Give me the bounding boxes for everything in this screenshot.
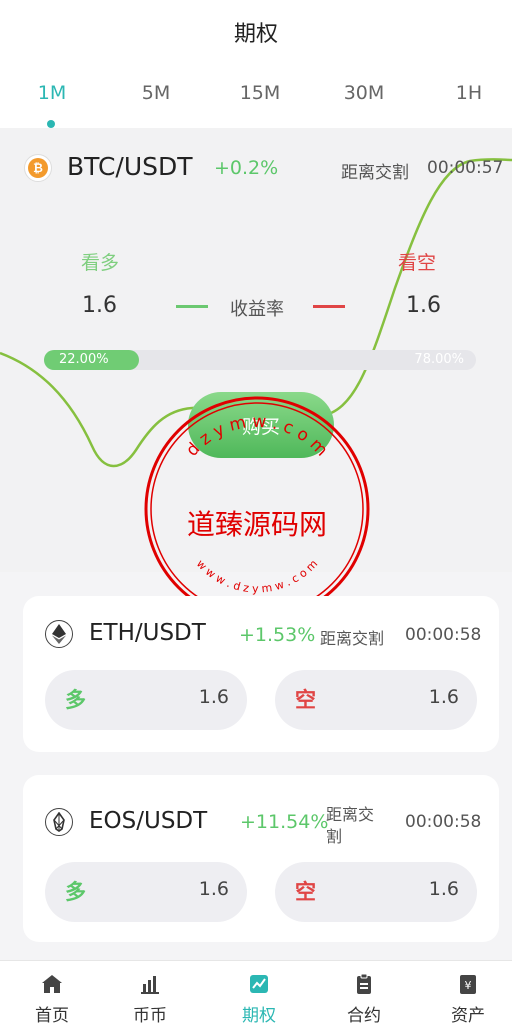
nav-assets[interactable]: ¥ 资产 [428,961,508,1024]
long-payout-value: 1.6 [198,878,229,900]
short-payout-value: 1.6 [428,878,459,900]
nav-label: 首页 [35,1006,69,1024]
long-tag: 多 [65,688,86,712]
bar-chart-icon [141,976,159,994]
nav-options[interactable]: 期权 [219,961,299,1024]
short-percent: 78.00% [414,352,464,367]
clipboard-icon [357,973,371,994]
long-short-ratio-bar: 22.00% 78.00% [44,350,476,370]
svg-text:¥: ¥ [465,979,472,992]
short-payout-value: 1.6 [406,293,441,318]
active-tab-indicator [47,120,55,128]
short-tag: 空 [295,880,316,904]
countdown-time: 00:00:57 [427,158,504,178]
long-payout-value: 1.6 [82,293,117,318]
long-label[interactable]: 看多 [81,248,119,275]
short-tag: 空 [295,688,316,712]
long-percent: 22.00% [59,352,109,367]
tab-15m[interactable]: 15M [220,82,300,104]
long-tag: 多 [65,880,86,904]
nav-contract[interactable]: 合约 [324,961,404,1024]
long-button[interactable]: 多 1.6 [45,670,247,730]
tab-5m[interactable]: 5M [116,82,196,104]
nav-label: 币币 [133,1006,167,1024]
buy-button[interactable]: 购买 [188,392,334,458]
pair-name: BTC/USDT [67,152,193,181]
bottom-nav: 首页 币币 期权 合约 ¥ 资产 [0,960,512,1024]
short-button[interactable]: 空 1.6 [275,862,477,922]
tab-1m[interactable]: 1M [12,82,92,104]
countdown-label: 距离交割 [341,163,409,183]
price-change: +0.2% [214,157,279,179]
pair-name: ETH/USDT [89,620,206,646]
eth-coin-icon [45,620,73,648]
nav-label: 期权 [242,1006,276,1024]
btc-option-panel: ₿ BTC/USDT +0.2% 距离交割 00:00:57 看多 看空 1.6… [0,128,512,572]
countdown-label: 距离交 [326,805,375,824]
price-change: +1.53% [239,624,316,646]
nav-label: 资产 [451,1006,485,1024]
nav-home[interactable]: 首页 [12,961,92,1024]
home-icon [42,975,62,993]
tab-30m[interactable]: 30M [324,82,404,104]
countdown-label: 距离交割 [320,629,385,648]
short-legend-line [313,305,345,308]
short-payout-value: 1.6 [428,686,459,708]
eos-option-card[interactable]: EOS/USDT +11.54% 距离交 割 00:00:58 多 1.6 空 … [23,775,499,942]
countdown-time: 00:00:58 [405,812,482,832]
countdown-time: 00:00:58 [405,625,482,645]
eth-option-card[interactable]: ETH/USDT +1.53% 距离交割 00:00:58 多 1.6 空 1.… [23,596,499,752]
yield-label: 收益率 [230,299,284,320]
tab-1h[interactable]: 1H [429,82,509,104]
period-tabs: 1M 5M 15M 30M 1H [0,64,512,128]
options-chart-icon [250,975,268,993]
nav-spot[interactable]: 币币 [110,961,190,1024]
page-title: 期权 [233,22,278,47]
btc-coin-icon: ₿ [24,154,52,182]
short-label[interactable]: 看空 [398,248,436,275]
long-button[interactable]: 多 1.6 [45,862,247,922]
top-bar: 期权 [0,0,512,64]
long-legend-line [176,305,208,308]
short-button[interactable]: 空 1.6 [275,670,477,730]
price-change: +11.54% [240,811,329,833]
pair-name: EOS/USDT [89,808,208,834]
eos-coin-icon [45,808,73,836]
nav-label: 合约 [347,1006,381,1024]
wallet-icon: ¥ [460,975,476,994]
long-payout-value: 1.6 [198,686,229,708]
countdown-label-wrap: 割 [326,827,343,846]
